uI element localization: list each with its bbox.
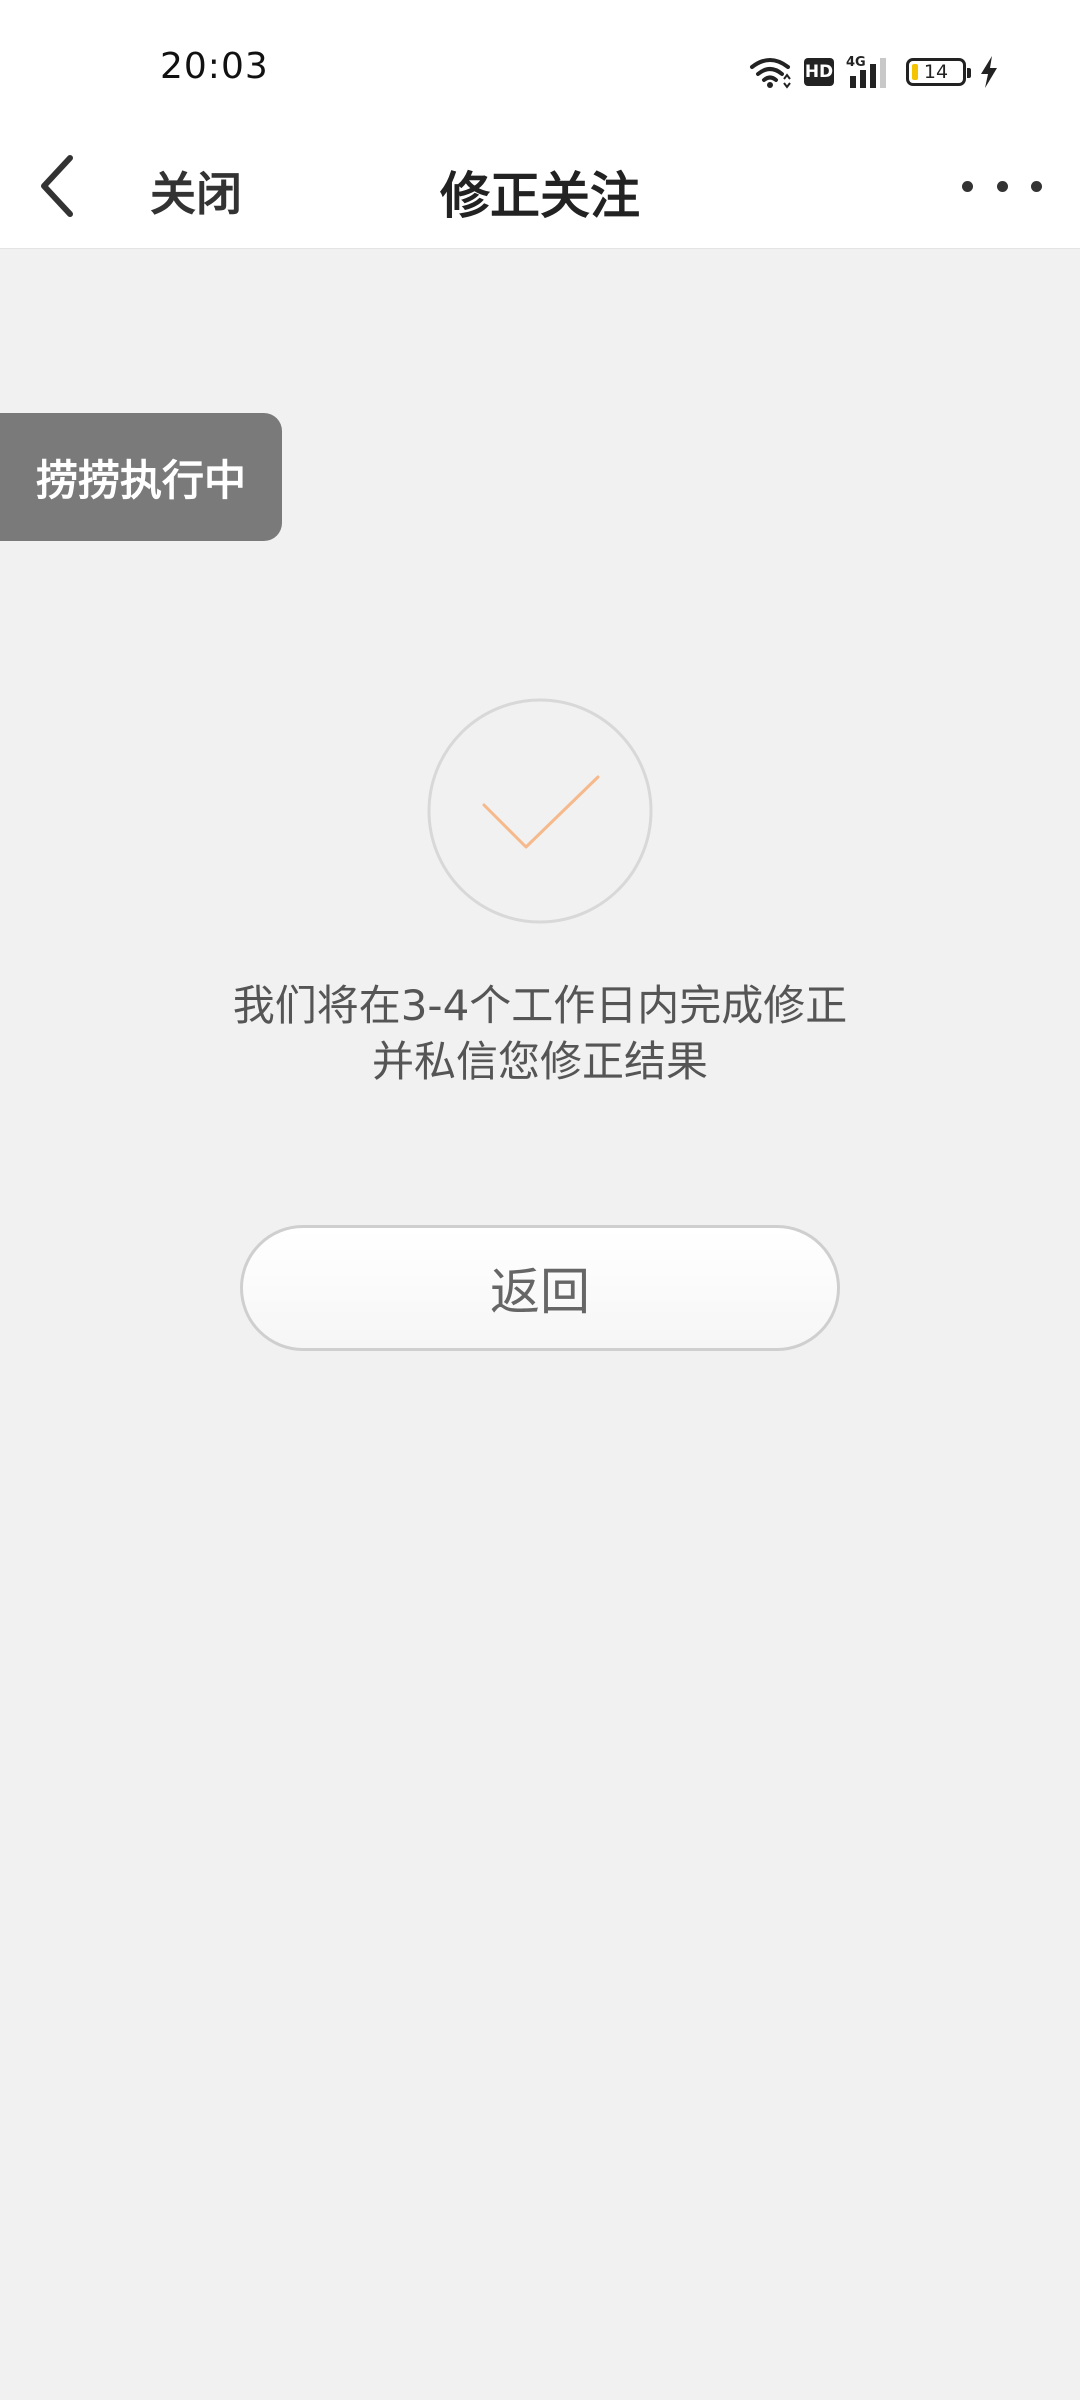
battery-fill: [912, 64, 918, 80]
status-bar: 20:03 HD 4G 14: [0, 0, 1080, 124]
more-button[interactable]: [962, 154, 1042, 218]
charging-icon: [981, 56, 997, 88]
execution-status-chip[interactable]: 捞捞执行中: [0, 413, 282, 541]
screen: 20:03 HD 4G 14 关闭 修正关注 捞捞执行中 我们将在3-4个工作日…: [0, 0, 1080, 2400]
signal-4g-icon: 4G: [846, 55, 886, 88]
svg-text:4G: 4G: [846, 55, 866, 70]
message-line-2: 并私信您修正结果: [371, 1037, 708, 1086]
wifi-icon: [750, 58, 791, 89]
more-dot: [996, 180, 1008, 192]
battery-level: 14: [923, 61, 949, 83]
hd-icon: HD: [804, 58, 834, 86]
status-icons: HD 4G 14: [748, 52, 1000, 92]
checkmark-circle-icon: [427, 698, 653, 924]
status-time: 20:03: [160, 46, 269, 87]
return-button[interactable]: 返回: [240, 1225, 840, 1351]
message-line-1: 我们将在3-4个工作日内完成修正: [232, 981, 848, 1030]
result-message: 我们将在3-4个工作日内完成修正 并私信您修正结果: [0, 978, 1080, 1090]
page-title: 修正关注: [440, 167, 640, 225]
battery-icon: 14: [906, 58, 971, 86]
more-dot: [1031, 180, 1042, 192]
more-dot: [962, 180, 973, 192]
title-bar: 关闭 修正关注: [0, 124, 1080, 249]
